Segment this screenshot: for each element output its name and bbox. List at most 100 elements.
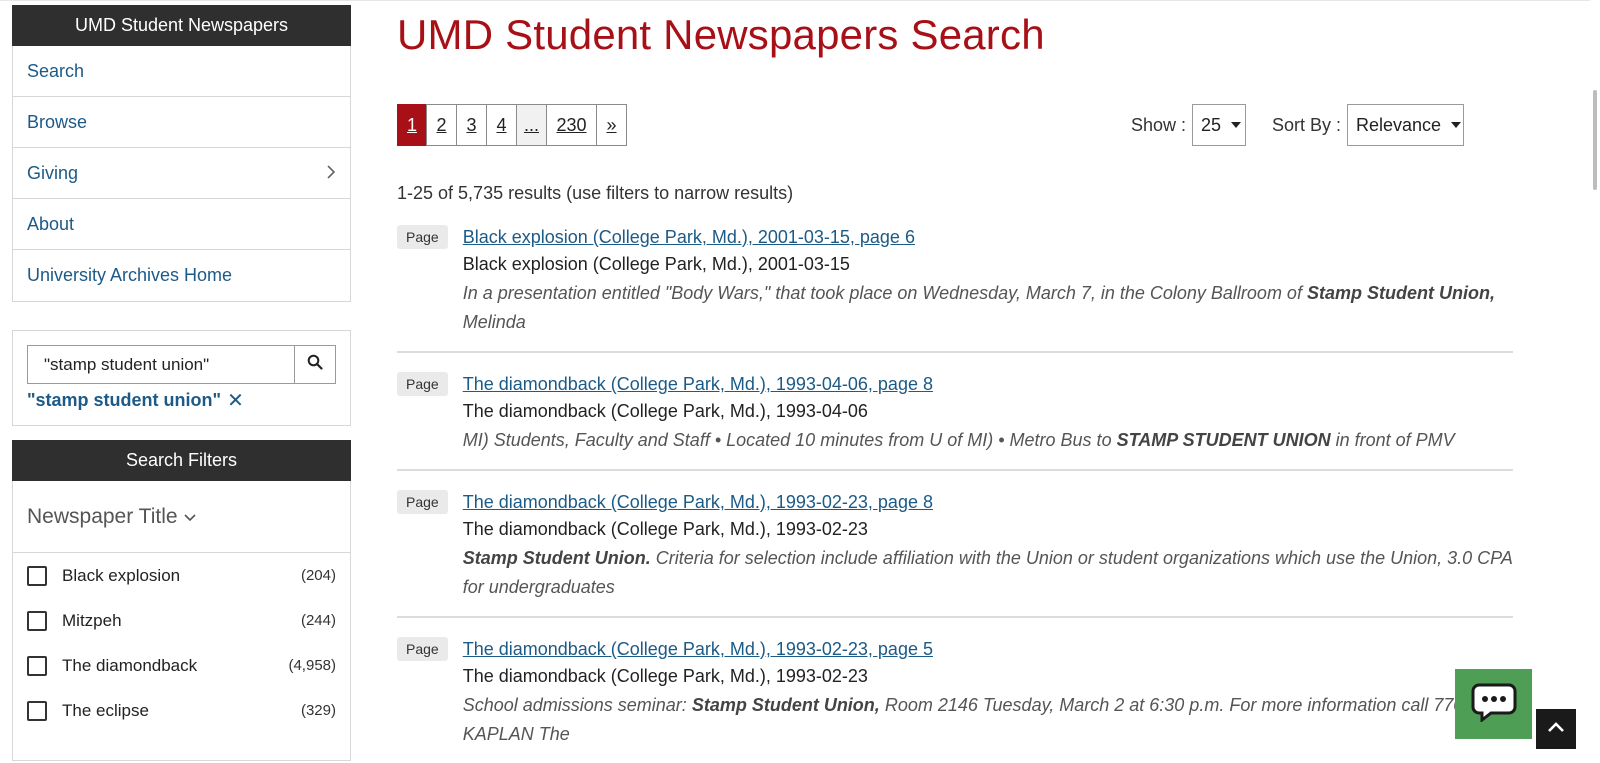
- facet-item: Black explosion (204): [13, 553, 350, 598]
- sidebar-header: UMD Student Newspapers: [12, 5, 351, 46]
- result-type-badge: Page: [397, 372, 448, 396]
- scrollbar[interactable]: [1590, 0, 1600, 759]
- facet-item: The eclipse (329): [13, 688, 350, 733]
- page-ellipsis[interactable]: ...: [516, 104, 547, 146]
- snippet-text: Melinda: [462, 312, 526, 332]
- close-icon[interactable]: ✕: [227, 388, 244, 413]
- results-toolbar: 1 2 3 4 ... 230 » Show : 25 Sort By : Re…: [397, 104, 1517, 148]
- result-item: Page The diamondback (College Park, Md.)…: [397, 471, 1513, 618]
- snippet-text: MI) Students, Faculty and Staff • Locate…: [462, 430, 1117, 450]
- sidebar-item-label: Search: [27, 60, 85, 81]
- active-query-chip: "stamp student union" ✕: [27, 388, 336, 413]
- search-filters: Search Filters Newspaper Title Black exp…: [12, 440, 351, 761]
- snippet-highlight: Stamp Student Union,: [691, 695, 880, 715]
- result-controls: Show : 25 Sort By : Relevance: [1131, 104, 1464, 146]
- sidebar-item-university-archives-home[interactable]: University Archives Home: [13, 250, 350, 301]
- chevron-down-icon: [184, 509, 196, 525]
- caret-down-icon: [1231, 122, 1241, 128]
- snippet-highlight: Stamp Student Union.: [462, 548, 651, 568]
- chat-button[interactable]: [1455, 669, 1532, 739]
- sort-select[interactable]: Relevance: [1347, 104, 1464, 146]
- filters-header: Search Filters: [12, 440, 351, 481]
- page-next[interactable]: »: [596, 104, 627, 146]
- search-row: [27, 345, 336, 384]
- snippet-text: in front of PMV: [1330, 430, 1455, 450]
- facet-checkbox[interactable]: [27, 610, 47, 631]
- snippet-highlight: STAMP STUDENT UNION: [1116, 430, 1331, 450]
- page-link-1[interactable]: 1: [397, 104, 427, 146]
- result-snippet: MI) Students, Faculty and Staff • Locate…: [463, 426, 1513, 455]
- result-link[interactable]: The diamondback (College Park, Md.), 199…: [463, 371, 1513, 397]
- facet-count: (329): [300, 702, 336, 719]
- sidebar-item-about[interactable]: About: [13, 199, 350, 250]
- sidebar-item-search[interactable]: Search: [13, 46, 350, 97]
- result-link[interactable]: The diamondback (College Park, Md.), 199…: [463, 489, 1513, 515]
- result-body: The diamondback (College Park, Md.), 199…: [463, 636, 1513, 749]
- sidebar-nav: Search Browse Giving About University Ar…: [12, 46, 351, 302]
- result-item: Page Black explosion (College Park, Md.)…: [397, 224, 1513, 353]
- facet-checkbox[interactable]: [27, 565, 47, 586]
- chat-bubble-icon: [1471, 682, 1517, 727]
- snippet-text: In a presentation entitled "Body Wars," …: [462, 283, 1307, 303]
- facet-label[interactable]: Mitzpeh: [62, 611, 301, 631]
- sidebar-item-giving[interactable]: Giving: [13, 148, 350, 199]
- sidebar-item-browse[interactable]: Browse: [13, 97, 350, 148]
- result-link[interactable]: Black explosion (College Park, Md.), 200…: [463, 224, 1513, 250]
- active-query-label: "stamp student union": [27, 390, 222, 410]
- search-panel: "stamp student union" ✕: [12, 330, 351, 426]
- result-subtitle: Black explosion (College Park, Md.), 200…: [462, 254, 850, 274]
- sort-value: Relevance: [1356, 114, 1442, 135]
- result-body: The diamondback (College Park, Md.), 199…: [463, 371, 1513, 455]
- caret-down-icon: [1451, 122, 1462, 128]
- sidebar-item-label: About: [27, 213, 75, 234]
- result-subtitle: The diamondback (College Park, Md.), 199…: [462, 666, 868, 686]
- sidebar-item-label: Giving: [27, 162, 79, 183]
- facet-count: (4,958): [288, 657, 336, 674]
- result-type-badge: Page: [397, 637, 448, 661]
- filter-group-toggle[interactable]: Newspaper Title: [13, 481, 350, 553]
- show-label: Show :: [1130, 114, 1186, 135]
- search-icon: [307, 354, 323, 375]
- result-link[interactable]: The diamondback (College Park, Md.), 199…: [463, 636, 1513, 662]
- back-to-top-button[interactable]: [1536, 709, 1576, 749]
- page-title: UMD Student Newspapers Search: [397, 11, 1045, 58]
- facet-checkbox[interactable]: [27, 655, 47, 676]
- filters-body: Newspaper Title Black explosion (204) Mi…: [12, 481, 351, 761]
- search-button[interactable]: [294, 345, 336, 384]
- facet-label[interactable]: The eclipse: [62, 701, 301, 721]
- chevron-up-icon: [1547, 720, 1565, 738]
- result-type-badge: Page: [397, 490, 448, 514]
- main-content: UMD Student Newspapers Search 1 2 3 4 ..…: [397, 0, 1517, 763]
- result-body: The diamondback (College Park, Md.), 199…: [463, 489, 1513, 602]
- sidebar-item-label: University Archives Home: [27, 265, 233, 285]
- result-body: Black explosion (College Park, Md.), 200…: [463, 224, 1513, 337]
- result-subtitle: The diamondback (College Park, Md.), 199…: [462, 401, 868, 421]
- facet-count: (244): [300, 612, 336, 629]
- pagination: 1 2 3 4 ... 230 »: [397, 104, 627, 146]
- search-input[interactable]: [27, 345, 294, 384]
- show-value: 25: [1200, 114, 1221, 135]
- page-link-2[interactable]: 2: [426, 104, 457, 146]
- result-type-badge: Page: [397, 225, 448, 249]
- sort-label: Sort By :: [1271, 114, 1341, 135]
- sidebar-item-label: Browse: [27, 111, 88, 132]
- page-link-last[interactable]: 230: [546, 104, 597, 146]
- scrollbar-thumb[interactable]: [1593, 90, 1597, 190]
- result-snippet: School admissions seminar: Stamp Student…: [463, 691, 1513, 749]
- result-item: Page The diamondback (College Park, Md.)…: [397, 353, 1513, 471]
- show-select[interactable]: 25: [1191, 104, 1246, 146]
- facet-item: The diamondback (4,958): [13, 643, 350, 688]
- page-link-4[interactable]: 4: [486, 104, 517, 146]
- snippet-text: School admissions seminar:: [462, 695, 692, 715]
- page-link-3[interactable]: 3: [456, 104, 487, 146]
- facet-item: Mitzpeh (244): [13, 598, 350, 643]
- facet-checkbox[interactable]: [27, 700, 47, 721]
- filter-group-title: Newspaper Title: [27, 504, 178, 528]
- result-subtitle: The diamondback (College Park, Md.), 199…: [462, 519, 868, 539]
- sidebar: UMD Student Newspapers Search Browse Giv…: [12, 5, 351, 761]
- facet-count: (204): [300, 567, 336, 584]
- results-count: 1-25 of 5,735 results (use filters to na…: [397, 183, 794, 203]
- facet-label[interactable]: The diamondback: [62, 656, 288, 676]
- facet-label[interactable]: Black explosion: [62, 566, 301, 586]
- snippet-highlight: Stamp Student Union,: [1306, 283, 1495, 303]
